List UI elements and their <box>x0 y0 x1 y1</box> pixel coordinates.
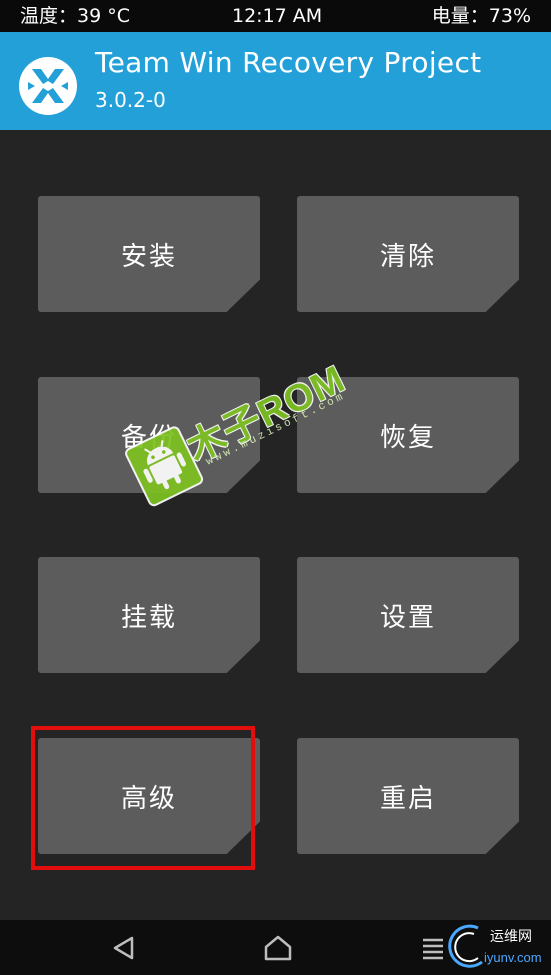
mount-button[interactable]: 挂载 <box>38 557 260 673</box>
corner-watermark: 运维网 iyunv.com <box>448 922 548 974</box>
corner-watermark-bottom: iyunv.com <box>484 950 542 965</box>
reboot-button[interactable]: 重启 <box>297 738 519 854</box>
twrp-logo-icon <box>19 57 77 115</box>
status-bar: 温度：39 °C 12:17 AM 电量：73% <box>0 0 551 32</box>
status-time: 12:17 AM <box>232 5 323 27</box>
app-header: Team Win Recovery Project 3.0.2-0 <box>0 32 551 130</box>
status-temperature: 温度：39 °C <box>20 5 130 27</box>
settings-button[interactable]: 设置 <box>297 557 519 673</box>
twrp-screen: 温度：39 °C 12:17 AM 电量：73% Team Win Recove… <box>0 0 551 975</box>
menu-icon[interactable] <box>415 930 451 966</box>
back-icon[interactable] <box>106 930 142 966</box>
app-title: Team Win Recovery Project <box>95 46 482 79</box>
app-version: 3.0.2-0 <box>95 88 166 112</box>
wipe-button[interactable]: 清除 <box>297 196 519 312</box>
home-icon[interactable] <box>260 930 296 966</box>
corner-watermark-top: 运维网 <box>490 929 532 945</box>
install-button[interactable]: 安装 <box>38 196 260 312</box>
advanced-button[interactable]: 高级 <box>38 738 260 854</box>
status-battery: 电量：73% <box>431 5 531 27</box>
